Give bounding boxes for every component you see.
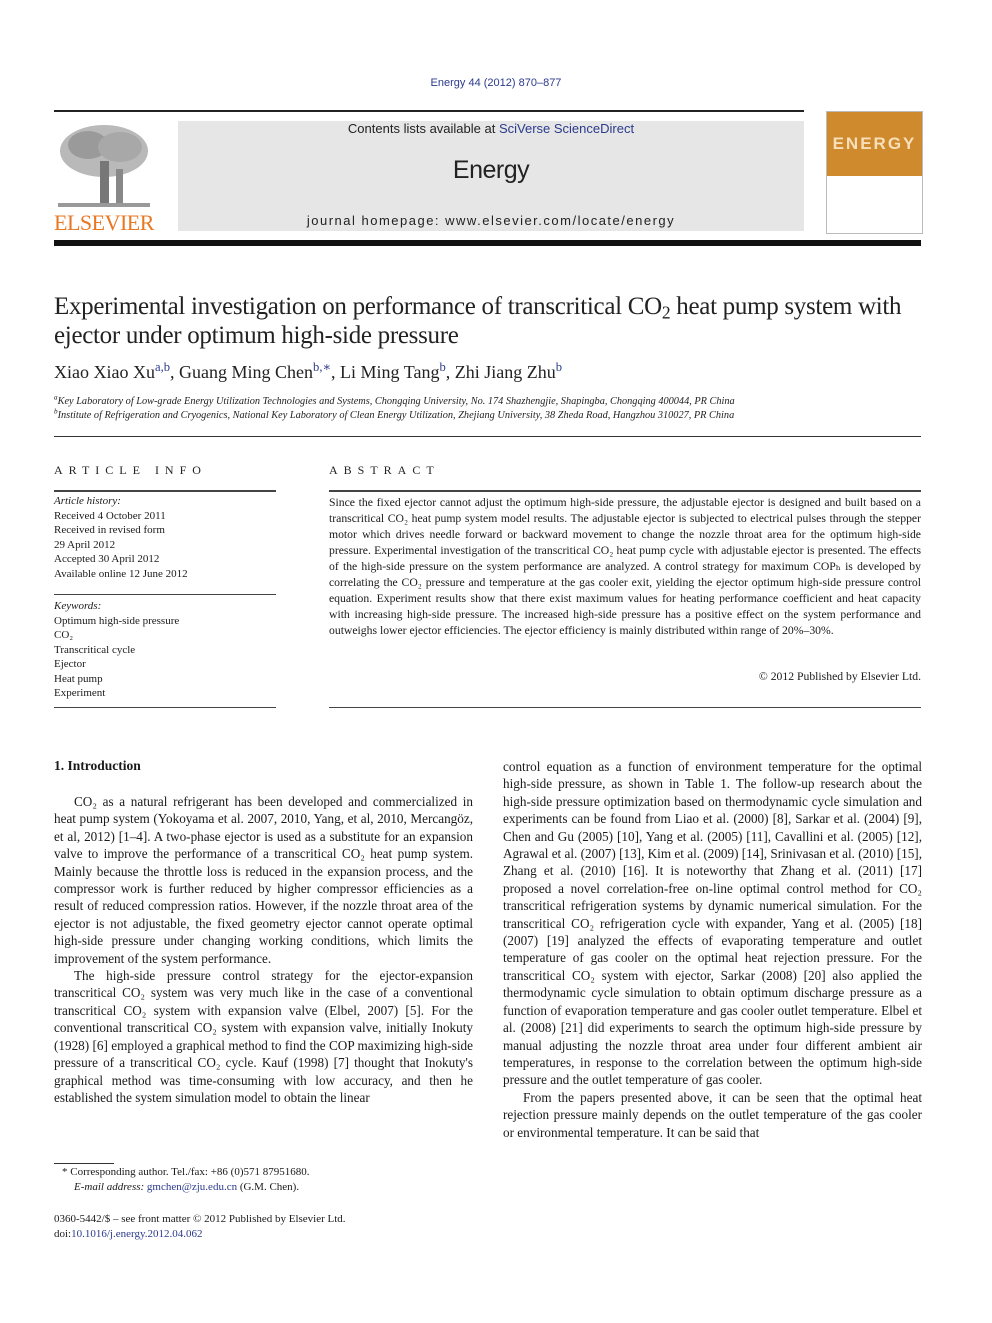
abstract-heading: ABSTRACT (329, 463, 440, 477)
footnote-rule (54, 1163, 114, 1164)
history-item: Received 4 October 2011 (54, 509, 166, 522)
divider (54, 594, 276, 595)
paragraph: The high-side pressure control strategy … (54, 968, 473, 1105)
doi-link[interactable]: 10.1016/j.energy.2012.04.062 (71, 1228, 202, 1240)
history-item: Accepted 30 April 2012 (54, 553, 160, 565)
email-label: E-mail address: (74, 1181, 145, 1193)
paragraph: CO₂ as a natural refrigerant has been de… (54, 794, 473, 966)
affiliation-text: Key Laboratory of Low-grade Energy Utili… (57, 396, 735, 407)
author-name[interactable]: Guang Ming Chen (179, 362, 313, 382)
author-affiliation-mark[interactable]: b,∗ (313, 360, 331, 374)
keyword-item: CO₂ (54, 629, 74, 641)
journal-homepage[interactable]: journal homepage: www.elsevier.com/locat… (178, 213, 804, 228)
keywords: Keywords: Optimum high-side pressure CO₂… (54, 599, 276, 701)
keyword-item: Experiment (54, 687, 106, 699)
author-name[interactable]: Xiao Xiao Xu (54, 362, 155, 382)
author-affiliation-mark[interactable]: b (556, 360, 562, 374)
contents-line: Contents lists available at SciVerse Sci… (178, 121, 804, 136)
affiliations: aKey Laboratory of Low-grade Energy Util… (54, 394, 934, 423)
header-thick-rule (54, 240, 921, 246)
keywords-label: Keywords: (54, 600, 102, 612)
history-item: Available online 12 June 2012 (54, 567, 188, 580)
author-affiliation-mark[interactable]: b (439, 360, 445, 374)
tree-icon (58, 125, 150, 207)
keyword-item: Transcritical cycle (54, 643, 136, 656)
affiliation-item: bInstitute of Refrigeration and Cryogeni… (54, 408, 934, 423)
divider (329, 707, 921, 708)
footnote-star: * (62, 1166, 68, 1178)
email-link[interactable]: gmchen@zju.edu.cn (147, 1181, 237, 1193)
author-list: Xiao Xiao Xua,b, Guang Ming Chenb,∗, Li … (54, 360, 563, 382)
abstract-text: Since the fixed ejector cannot adjust th… (329, 496, 921, 637)
article-history: Article history: Received 4 October 2011… (54, 494, 276, 581)
body-column-left: CO₂ as a natural refrigerant has been de… (54, 793, 473, 1106)
front-matter: 0360-5442/$ – see front matter © 2012 Pu… (54, 1212, 474, 1242)
divider (54, 490, 276, 492)
paragraph: From the papers presented above, it can … (503, 1089, 922, 1140)
paragraph: control equation as a function of enviro… (503, 759, 922, 1088)
issn-line: 0360-5442/$ – see front matter © 2012 Pu… (54, 1213, 346, 1225)
keyword-item: Heat pump (54, 672, 103, 685)
journal-citation[interactable]: Energy 44 (2012) 870–877 (0, 77, 992, 89)
email-line: E-mail address: gmchen@zju.edu.cn (G.M. … (54, 1180, 474, 1195)
header-rule (54, 110, 804, 112)
section-heading-introduction: 1. Introduction (54, 758, 141, 773)
history-item: Received in revised form (54, 524, 165, 536)
contents-prefix: Contents lists available at (347, 121, 499, 136)
history-item: 29 April 2012 (54, 538, 116, 551)
sciencedirect-link[interactable]: SciVerse ScienceDirect (499, 121, 634, 136)
cover-title: ENERGY (832, 134, 917, 153)
corresponding-text: Corresponding author. Tel./fax: +86 (0)5… (70, 1166, 310, 1178)
divider (329, 490, 921, 492)
keyword-item: Optimum high-side pressure (54, 614, 180, 627)
journal-cover-thumbnail[interactable]: ENERGY (826, 111, 923, 234)
history-label: Article history: (54, 495, 121, 507)
author-name[interactable]: Li Ming Tang (340, 362, 439, 382)
journal-banner: Contents lists available at SciVerse Sci… (178, 121, 804, 231)
affiliation-text: Institute of Refrigeration and Cryogenic… (57, 410, 735, 421)
journal-name: Energy (452, 156, 530, 184)
keyword-item: Ejector (54, 658, 86, 670)
doi-line: doi:10.1016/j.energy.2012.04.062 (54, 1227, 474, 1242)
author-name[interactable]: Zhi Jiang Zhu (455, 362, 556, 382)
elsevier-wordmark: ELSEVIER (54, 210, 154, 235)
affiliation-item: aKey Laboratory of Low-grade Energy Util… (54, 394, 934, 409)
article-title: Experimental investigation on performanc… (54, 292, 934, 350)
body-column-right: control equation as a function of enviro… (503, 758, 922, 1141)
footnote: * Corresponding author. Tel./fax: +86 (0… (54, 1165, 474, 1195)
author-affiliation-mark[interactable]: a,b (155, 360, 170, 374)
divider (54, 436, 921, 437)
title-text: Experimental investigation on performanc… (54, 293, 662, 320)
abstract-copyright: © 2012 Published by Elsevier Ltd. (758, 670, 921, 683)
doi-prefix: doi: (54, 1228, 72, 1240)
corresponding-author-note: * Corresponding author. Tel./fax: +86 (0… (54, 1165, 474, 1180)
divider (54, 707, 276, 708)
article-info-heading: ARTICLE INFO (54, 463, 207, 477)
email-suffix: (G.M. Chen). (239, 1181, 300, 1193)
